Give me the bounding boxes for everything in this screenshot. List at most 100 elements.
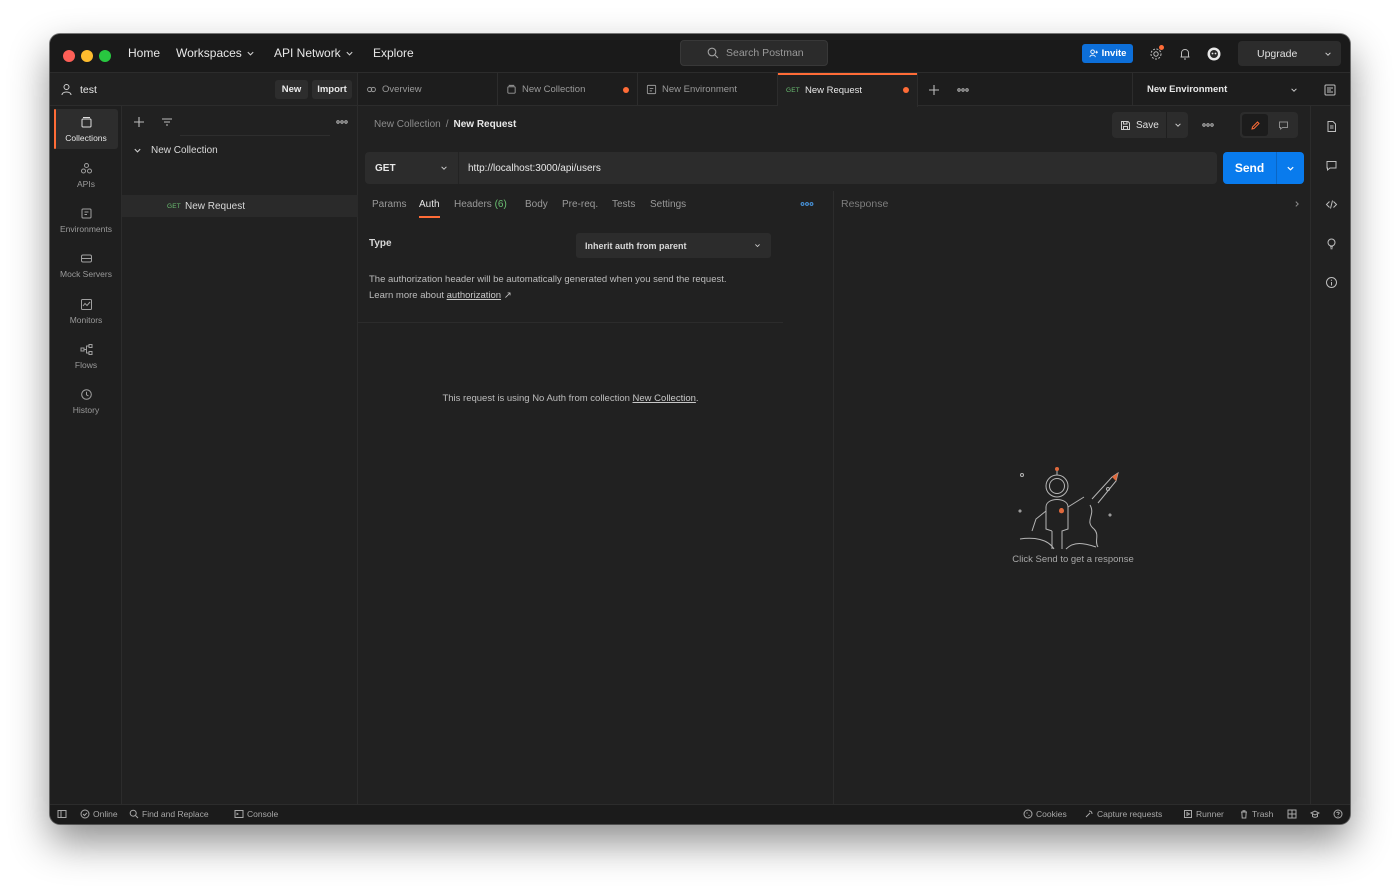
search-icon xyxy=(129,809,139,819)
method-select[interactable]: GET xyxy=(365,152,459,184)
cookies-button[interactable]: Cookies xyxy=(1023,809,1067,819)
status-bar: Online Find and Replace Console Cookies … xyxy=(50,804,1350,824)
import-button[interactable]: Import xyxy=(312,80,352,99)
chevron-down-icon xyxy=(755,244,760,248)
send-button[interactable]: Send xyxy=(1223,152,1304,184)
request-tab-more-button[interactable] xyxy=(800,199,814,209)
tab-headers[interactable]: Headers (6) xyxy=(454,199,507,210)
notifications-button[interactable] xyxy=(1176,45,1193,62)
url-input[interactable]: http://localhost:3000/api/users xyxy=(459,163,601,174)
runner-button[interactable]: Runner xyxy=(1183,809,1224,819)
runner-icon xyxy=(1184,810,1192,818)
sidebar-item-monitors[interactable]: Monitors xyxy=(54,291,118,331)
request-row[interactable]: GET New Request xyxy=(122,195,358,217)
sidebar-item-history[interactable]: History xyxy=(54,381,118,421)
edit-mode-button[interactable] xyxy=(1242,114,1268,136)
chevron-down-icon xyxy=(247,51,254,56)
more-horizontal-icon xyxy=(1202,123,1214,127)
online-status[interactable]: Online xyxy=(80,809,118,819)
tab-prereq[interactable]: Pre-req. xyxy=(562,199,598,210)
comments-button[interactable] xyxy=(1323,157,1339,173)
toggle-sidebar-button[interactable] xyxy=(57,809,67,819)
tab-settings[interactable]: Settings xyxy=(650,199,686,210)
tab-new-collection[interactable]: New Collection xyxy=(498,73,638,106)
breadcrumb-current[interactable]: New Request xyxy=(453,119,516,130)
new-button[interactable]: New xyxy=(275,80,308,99)
help-button[interactable] xyxy=(1333,809,1343,819)
tab-overview[interactable]: Overview xyxy=(358,73,498,106)
sidebar-item-collections[interactable]: Collections xyxy=(54,109,118,149)
filter-button[interactable] xyxy=(159,114,175,130)
documentation-button[interactable] xyxy=(1323,118,1339,134)
capture-icon xyxy=(1085,810,1093,818)
code-icon xyxy=(1325,199,1337,209)
overview-icon xyxy=(367,86,376,93)
nav-explore[interactable]: Explore xyxy=(373,46,414,60)
add-collection-button[interactable] xyxy=(131,114,147,130)
nav-api-network[interactable]: API Network xyxy=(274,46,354,60)
trash-button[interactable]: Trash xyxy=(1239,809,1273,819)
sidebar-item-flows[interactable]: Flows xyxy=(54,336,118,376)
code-button[interactable] xyxy=(1323,196,1339,212)
bootcamp-button[interactable] xyxy=(1310,809,1320,819)
comment-mode-button[interactable] xyxy=(1270,114,1296,136)
astronaut-illustration xyxy=(1018,467,1119,550)
new-tab-button[interactable] xyxy=(925,81,942,98)
related-collections-button[interactable] xyxy=(1323,235,1339,251)
request-more-button[interactable] xyxy=(1200,118,1216,132)
collection-row[interactable]: New Collection xyxy=(122,139,358,161)
zoom-window-button[interactable] xyxy=(99,50,111,62)
layout-button[interactable] xyxy=(1287,809,1297,819)
external-link-icon: ↗ xyxy=(503,290,512,301)
sidebar-item-environments[interactable]: Environments xyxy=(54,200,118,240)
authorization-link[interactable]: authorization xyxy=(447,290,501,301)
invite-button[interactable]: Invite xyxy=(1082,44,1133,63)
tab-new-environment[interactable]: New Environment xyxy=(638,73,778,106)
workspace-name[interactable]: test xyxy=(60,83,97,96)
chevron-right-icon[interactable] xyxy=(1293,200,1301,208)
save-options-button[interactable] xyxy=(1167,121,1188,129)
response-hint: Click Send to get a response xyxy=(1012,554,1134,565)
nav-home[interactable]: Home xyxy=(128,46,160,60)
send-options-button[interactable] xyxy=(1277,164,1304,173)
auth-type-select[interactable]: Inherit auth from parent xyxy=(576,233,771,258)
sidebar-item-apis[interactable]: APIs xyxy=(54,155,118,195)
more-options-button[interactable] xyxy=(334,114,350,130)
capture-requests-button[interactable]: Capture requests xyxy=(1084,809,1162,819)
document-icon xyxy=(1327,120,1336,132)
save-button[interactable]: Save xyxy=(1112,112,1188,138)
collections-icon xyxy=(81,116,91,127)
filter-icon xyxy=(162,118,172,126)
chevron-down-icon xyxy=(1325,52,1331,56)
tab-new-request[interactable]: GET New Request xyxy=(778,73,918,107)
tab-params[interactable]: Params xyxy=(372,199,406,210)
settings-button[interactable] xyxy=(1147,45,1164,62)
tab-tests[interactable]: Tests xyxy=(612,199,635,210)
search-icon xyxy=(707,47,719,59)
collection-link[interactable]: New Collection xyxy=(633,393,696,404)
info-button[interactable] xyxy=(1323,274,1339,290)
avatar[interactable] xyxy=(1205,45,1222,62)
nav-workspaces[interactable]: Workspaces xyxy=(176,46,255,60)
breadcrumb-parent[interactable]: New Collection xyxy=(374,119,441,130)
sidebar-item-mock-servers[interactable]: Mock Servers xyxy=(54,245,118,285)
console-button[interactable]: Console xyxy=(234,809,278,819)
info-icon xyxy=(1325,276,1337,288)
user-icon xyxy=(61,84,72,96)
history-icon xyxy=(80,388,92,400)
method-tag: GET xyxy=(786,86,800,94)
auth-type-label: Type xyxy=(369,238,392,249)
apis-icon xyxy=(80,162,92,173)
minimize-window-button[interactable] xyxy=(81,50,93,62)
environment-select[interactable]: New Environment xyxy=(1132,73,1310,106)
find-replace-button[interactable]: Find and Replace xyxy=(129,809,209,819)
search-input[interactable]: Search Postman xyxy=(680,40,828,66)
tab-body[interactable]: Body xyxy=(525,199,548,210)
upgrade-button[interactable]: Upgrade xyxy=(1238,41,1341,66)
close-window-button[interactable] xyxy=(63,50,75,62)
tab-options-button[interactable] xyxy=(954,81,971,98)
tab-auth[interactable]: Auth xyxy=(419,199,440,218)
unsaved-dot xyxy=(903,87,909,93)
environment-quick-look-button[interactable] xyxy=(1321,81,1338,98)
comment-icon xyxy=(1326,160,1336,171)
